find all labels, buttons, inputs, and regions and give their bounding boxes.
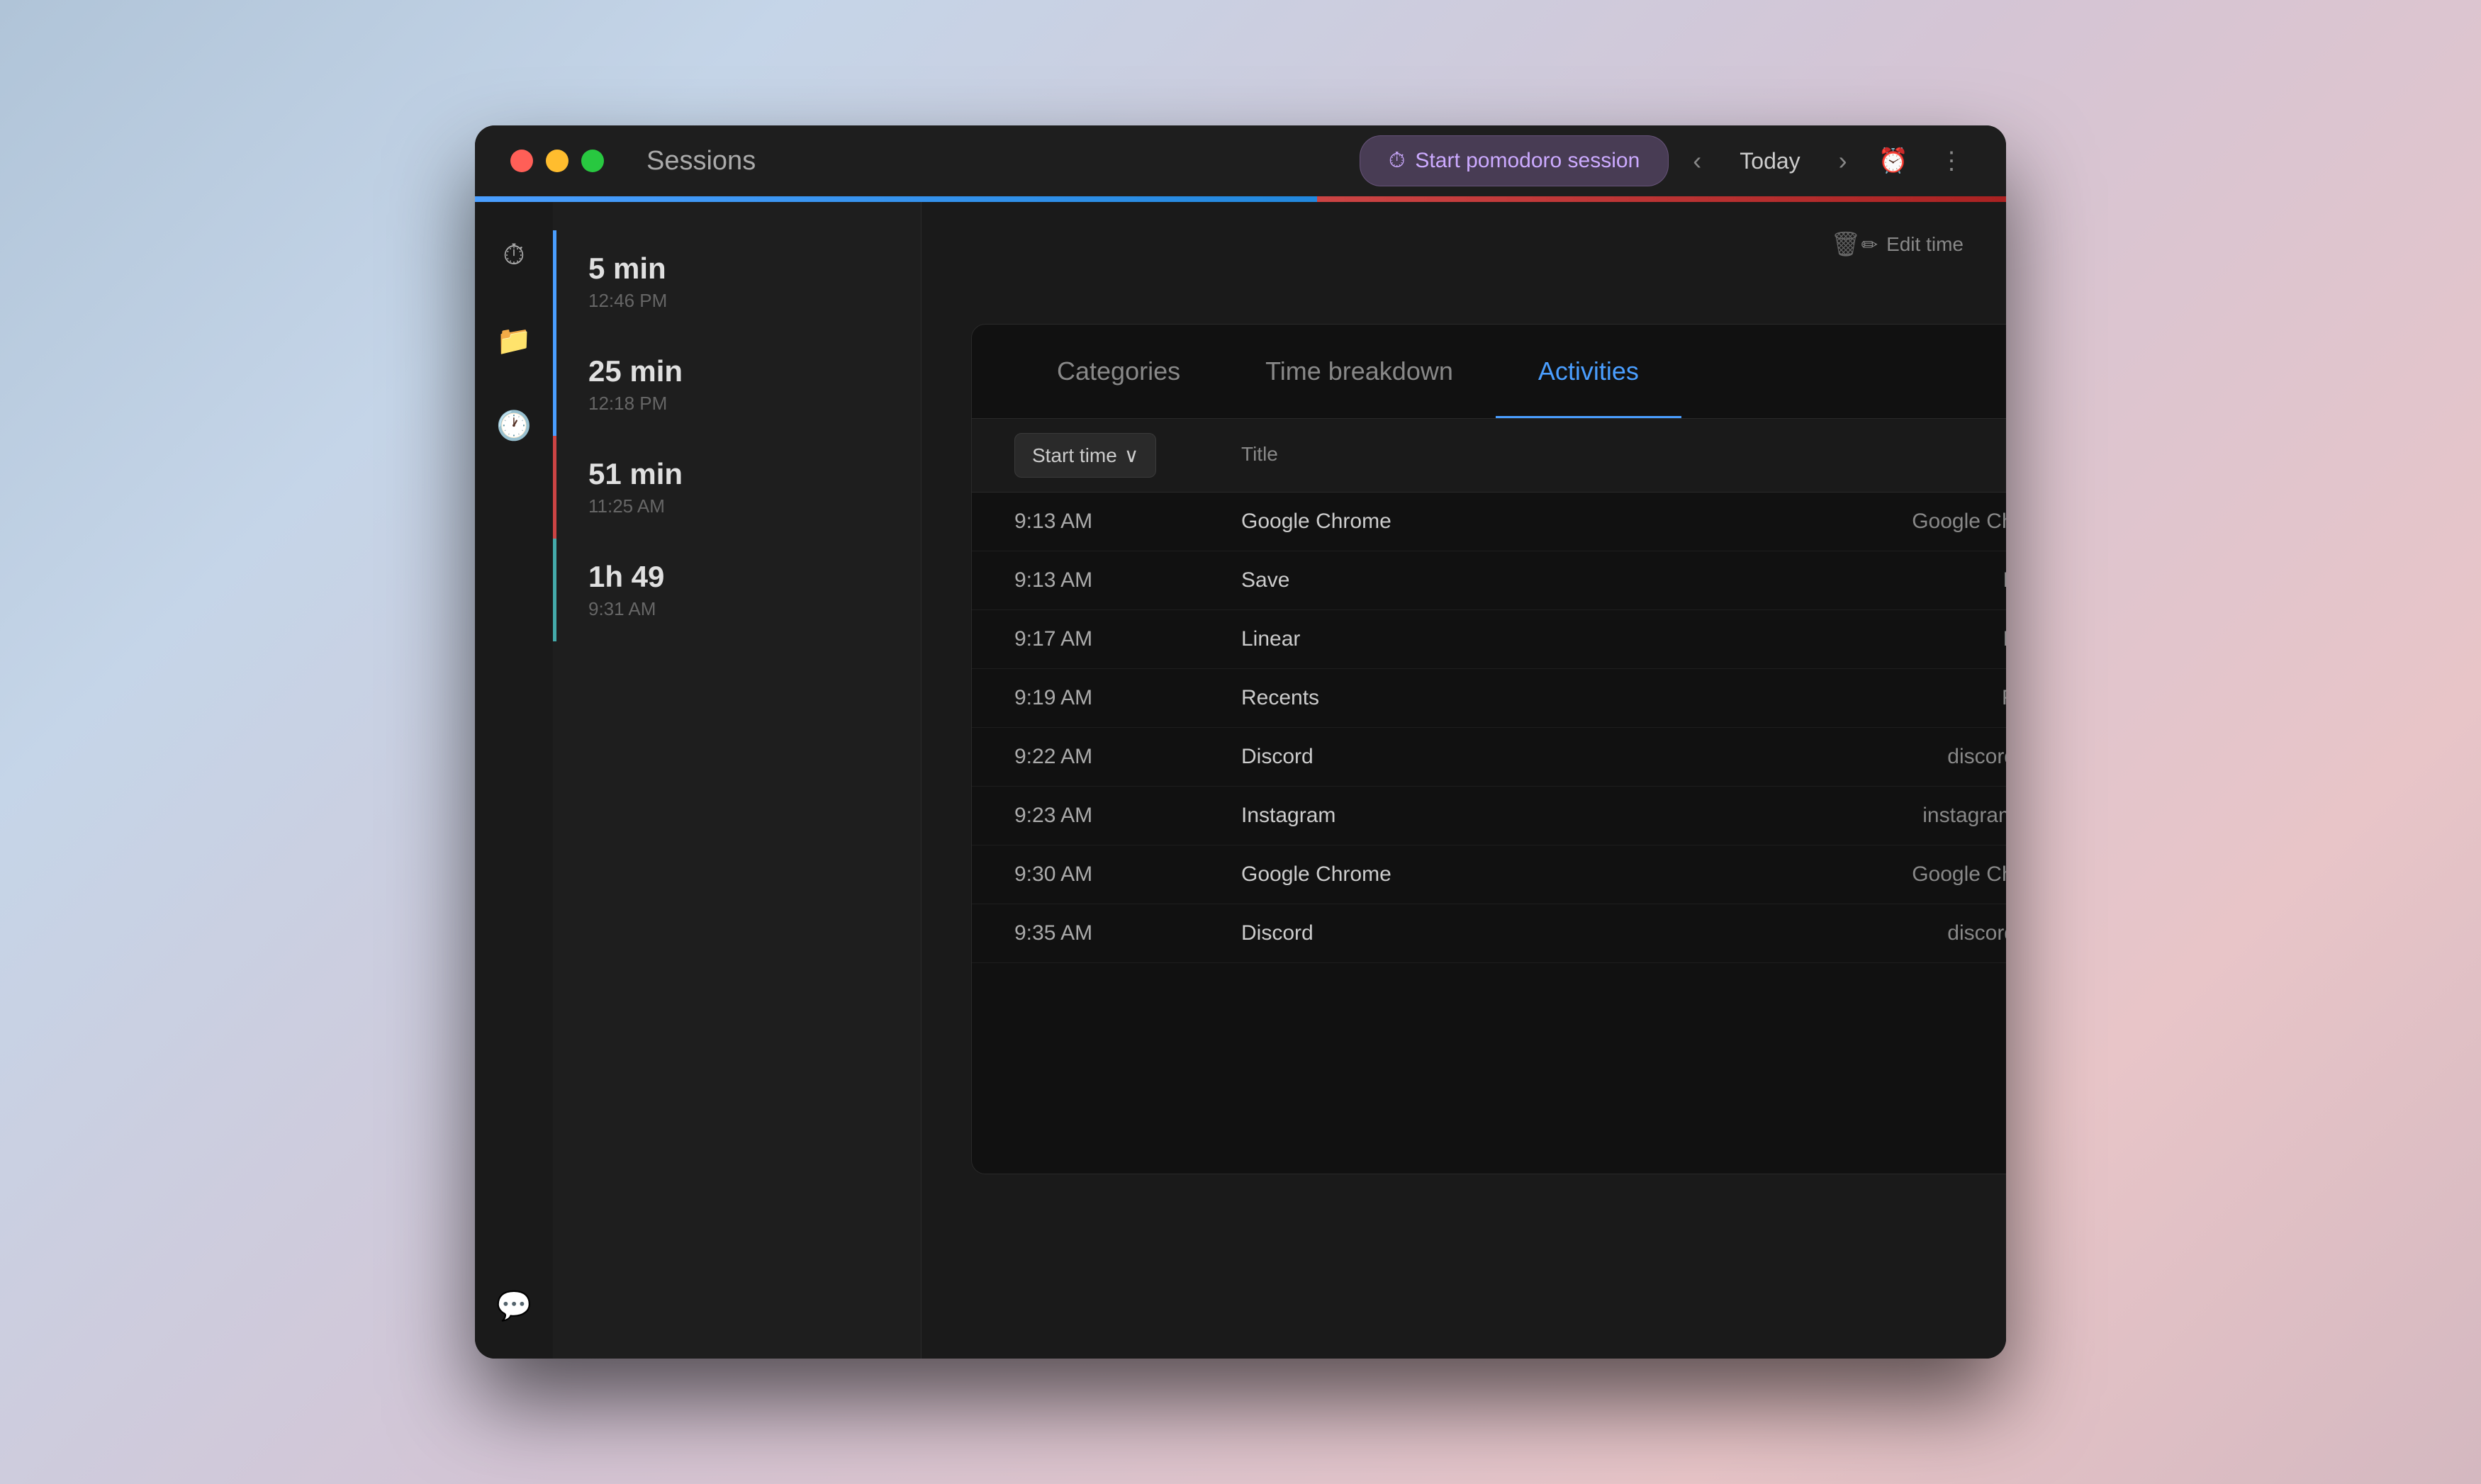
sessions-panel: 5 min 12:46 PM 25 min 12:18 PM 51 min 11… [553, 202, 922, 1359]
th-url: Url [1779, 433, 2006, 478]
session-time-1: 12:46 PM [588, 290, 885, 312]
timer-icon: ⏱ [1389, 149, 1405, 173]
row-url: Google Chrome [1779, 510, 2006, 534]
progress-blue [475, 196, 1317, 202]
app-window: Sessions ⏱ Start pomodoro session ‹ Toda… [475, 125, 2006, 1359]
session-item-2[interactable]: 25 min 12:18 PM [553, 333, 921, 436]
today-button[interactable]: Today [1725, 141, 1814, 181]
session-time-2: 12:18 PM [588, 393, 885, 415]
table-row[interactable]: 9:22 AM Discord discord.com [972, 728, 2006, 787]
clock-icon-button[interactable]: ⏰ [1871, 140, 1915, 182]
sidebar-icon-history[interactable]: 🕐 [489, 400, 539, 450]
title-bar-actions: ⏱ Start pomodoro session ‹ Today › ⏰ ⋮ [1360, 135, 1971, 186]
row-title: Recents [1241, 686, 1779, 710]
session-duration-4: 1h 49 [588, 560, 885, 594]
table-header: Start time ∨ Title Url [972, 419, 2006, 493]
row-time: 9:22 AM [1014, 745, 1241, 769]
start-time-sort-button[interactable]: Start time ∨ [1014, 433, 1156, 478]
row-title: Linear [1241, 627, 1779, 651]
row-url: Google Chrome [1779, 862, 2006, 887]
session-bar-2 [553, 333, 556, 436]
row-time: 9:30 AM [1014, 862, 1241, 887]
tab-activities[interactable]: Activities [1496, 325, 1681, 418]
session-bar-1 [553, 230, 556, 333]
activities-table: Start time ∨ Title Url 9:13 AM Google Ch… [972, 419, 2006, 1174]
session-item-4[interactable]: 1h 49 9:31 AM [553, 539, 921, 641]
row-time: 9:23 AM [1014, 804, 1241, 828]
row-time: 9:13 AM [1014, 510, 1241, 534]
session-time-3: 11:25 AM [588, 495, 885, 517]
traffic-lights [510, 150, 604, 172]
pencil-icon: ✏ [1861, 233, 1878, 257]
delete-button[interactable]: 🗑 [1830, 230, 1861, 259]
row-url: discord.com [1779, 921, 2006, 945]
row-time: 9:17 AM [1014, 627, 1241, 651]
th-title: Title [1241, 433, 1779, 478]
row-title: Google Chrome [1241, 510, 1779, 534]
session-bar-3 [553, 436, 556, 539]
sidebar-icon-chat[interactable]: 💬 [489, 1281, 539, 1330]
table-row[interactable]: 9:17 AM Linear Linear [972, 610, 2006, 669]
table-row[interactable]: 9:13 AM Save Figma [972, 551, 2006, 610]
row-title: Google Chrome [1241, 862, 1779, 887]
next-nav-button[interactable]: › [1832, 139, 1854, 183]
th-start-time: Start time ∨ [1014, 433, 1241, 478]
sidebar: ⏱ 📁 🕐 💬 [475, 202, 553, 1359]
row-title: Discord [1241, 921, 1779, 945]
table-row[interactable]: 9:13 AM Google Chrome Google Chrome [972, 493, 2006, 551]
close-button[interactable] [510, 150, 533, 172]
main-content: ⏱ 📁 🕐 💬 5 min 12:46 PM 25 min 12:18 PM 5… [475, 202, 2006, 1359]
activities-modal: Categories Time breakdown Activities [971, 324, 2006, 1174]
session-duration-3: 51 min [588, 457, 885, 491]
session-item-3[interactable]: 51 min 11:25 AM [553, 436, 921, 539]
row-time: 9:13 AM [1014, 568, 1241, 592]
row-url: discord.com [1779, 745, 2006, 769]
session-bar-4 [553, 539, 556, 641]
session-time-4: 9:31 AM [588, 598, 885, 620]
row-title: Instagram [1241, 804, 1779, 828]
session-duration-2: 25 min [588, 354, 885, 388]
table-row[interactable]: 9:19 AM Recents Finder [972, 669, 2006, 728]
row-time: 9:19 AM [1014, 686, 1241, 710]
row-url: Figma [1779, 568, 2006, 592]
minimize-button[interactable] [546, 150, 569, 172]
detail-panel: 🗑 ✏ Edit time Categories Time breakdown [922, 202, 2006, 1359]
progress-red [1317, 196, 2006, 202]
row-url: Linear [1779, 627, 2006, 651]
detail-header: 🗑 ✏ Edit time [922, 202, 2006, 259]
tab-categories[interactable]: Categories [1014, 325, 1223, 418]
row-url: instagram.com [1779, 804, 2006, 828]
sidebar-icon-timer[interactable]: ⏱ [489, 230, 539, 280]
row-url: Finder [1779, 686, 2006, 710]
table-row[interactable]: 9:23 AM Instagram instagram.com [972, 787, 2006, 845]
modal-tabs: Categories Time breakdown Activities [972, 325, 2006, 419]
maximize-button[interactable] [581, 150, 604, 172]
progress-bar [475, 196, 2006, 202]
chevron-down-icon: ∨ [1124, 444, 1139, 467]
more-options-button[interactable]: ⋮ [1932, 140, 1971, 182]
row-title: Discord [1241, 745, 1779, 769]
prev-nav-button[interactable]: ‹ [1686, 139, 1708, 183]
title-bar: Sessions ⏱ Start pomodoro session ‹ Toda… [475, 125, 2006, 196]
start-pomodoro-button[interactable]: ⏱ Start pomodoro session [1360, 135, 1669, 186]
row-time: 9:35 AM [1014, 921, 1241, 945]
edit-time-button[interactable]: ✏ Edit time [1861, 230, 1964, 259]
session-item-1[interactable]: 5 min 12:46 PM [553, 230, 921, 333]
tab-time-breakdown[interactable]: Time breakdown [1223, 325, 1496, 418]
sidebar-icon-folder[interactable]: 📁 [489, 315, 539, 365]
row-title: Save [1241, 568, 1779, 592]
app-title: Sessions [646, 146, 1360, 176]
table-row[interactable]: 9:30 AM Google Chrome Google Chrome [972, 845, 2006, 904]
session-duration-1: 5 min [588, 252, 885, 286]
table-row[interactable]: 9:35 AM Discord discord.com [972, 904, 2006, 963]
